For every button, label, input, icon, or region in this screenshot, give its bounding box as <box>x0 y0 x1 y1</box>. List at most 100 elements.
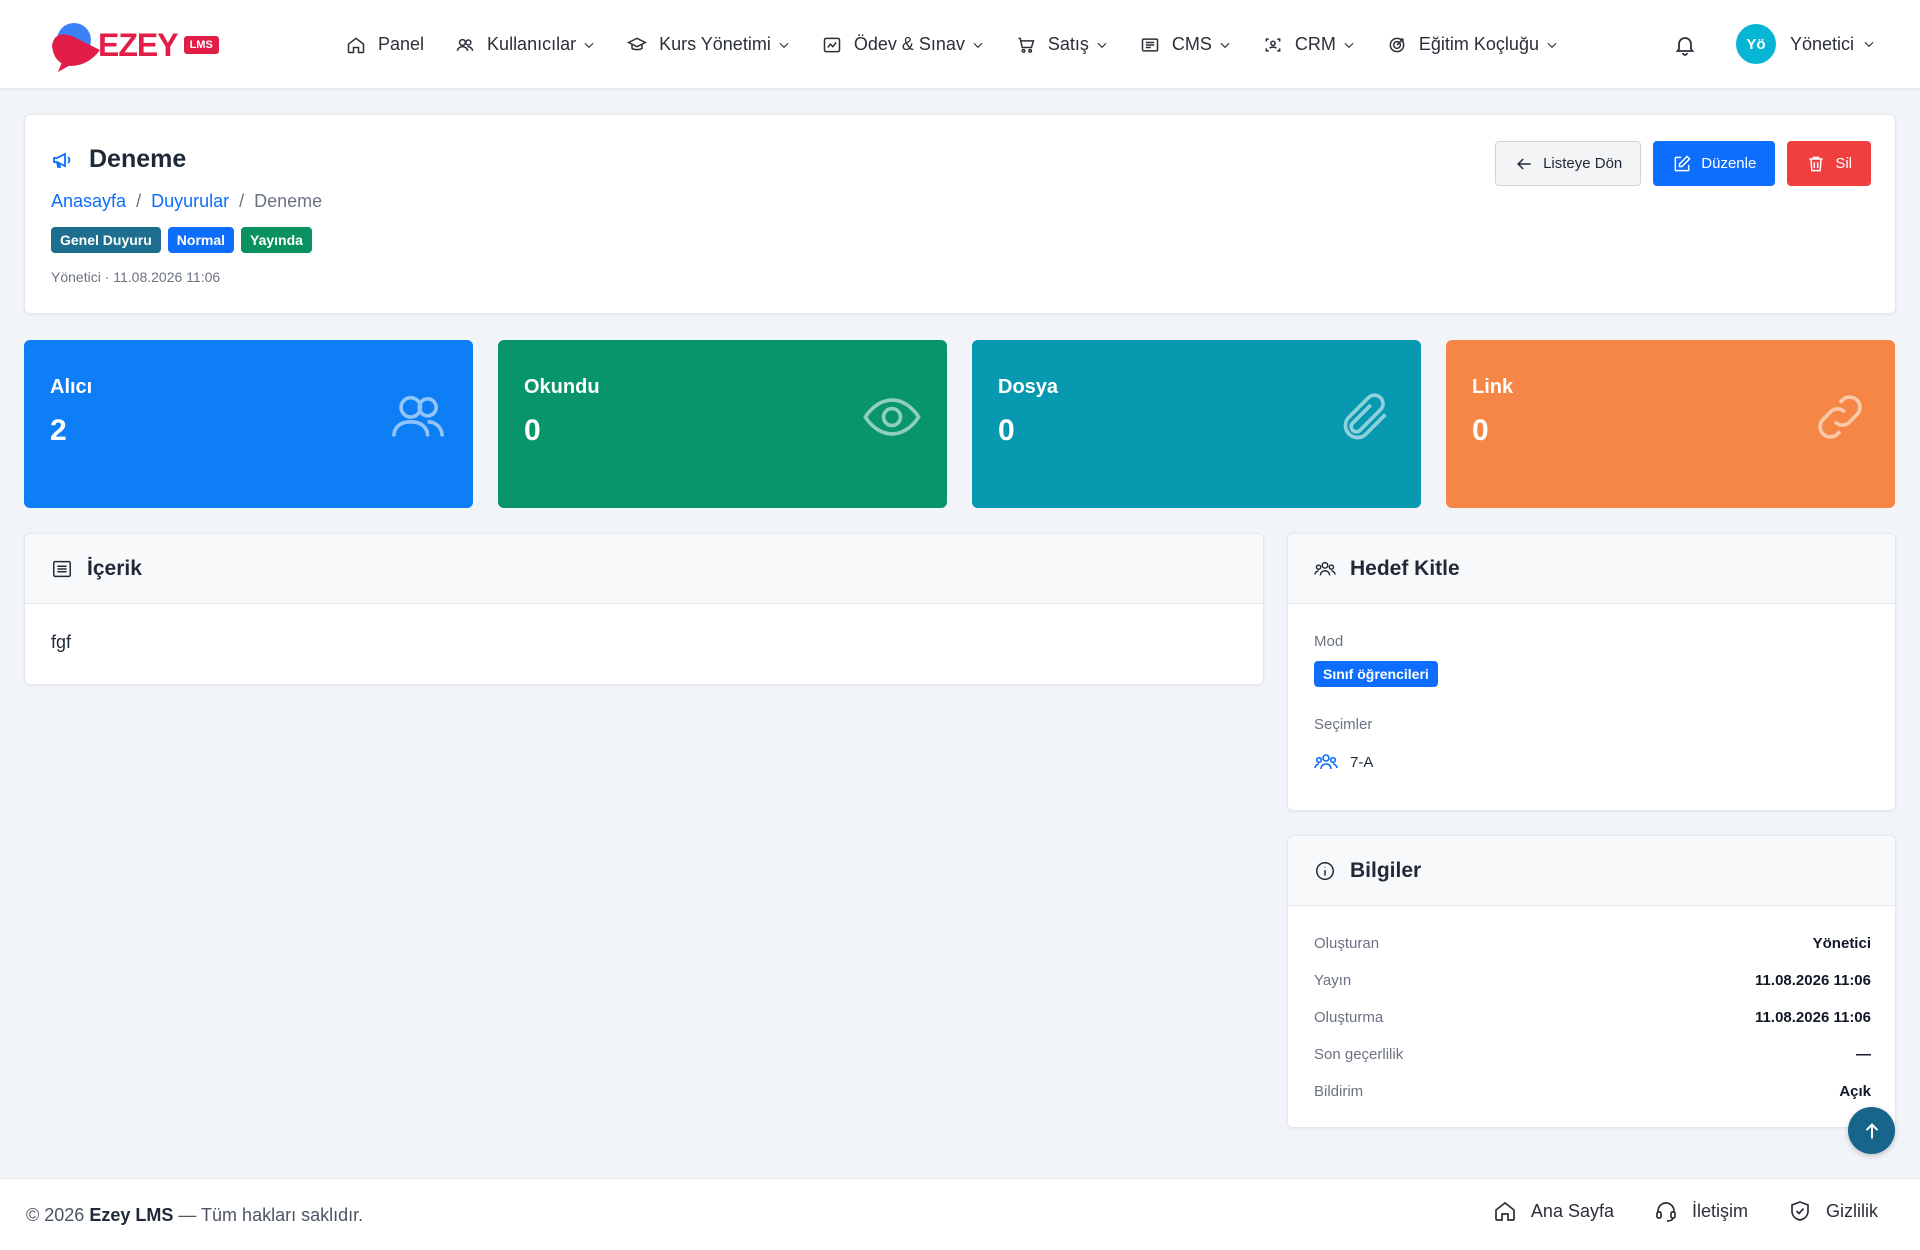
stat-label: Okundu <box>524 376 600 398</box>
headset-icon <box>1656 1202 1676 1222</box>
brand-name: EZEY <box>98 26 179 63</box>
info-row-expiry: Son geçerlilik — <box>1314 1046 1871 1063</box>
info-icon <box>1316 861 1334 880</box>
page-title-text: Deneme <box>89 145 187 173</box>
brand-logo[interactable]: EZEY LMS <box>48 18 219 72</box>
delete-button[interactable]: Sil <box>1787 141 1871 186</box>
footer-links: Ana Sayfa İletişim Gizlilik <box>1453 1199 1878 1223</box>
back-button-label: Listeye Dön <box>1543 155 1623 172</box>
footer-link-label: Gizlilik <box>1826 1200 1878 1221</box>
info-row-creator: Oluşturan Yönetici <box>1314 935 1871 952</box>
info-card-title: Bilgiler <box>1350 858 1422 882</box>
stat-label: Link <box>1472 376 1514 398</box>
content-body: fgf <box>51 632 72 652</box>
nav-label: Satış <box>1047 34 1089 54</box>
edit-icon <box>1674 154 1691 171</box>
footer-link-privacy[interactable]: Gizlilik <box>1788 1199 1878 1223</box>
users-group-icon <box>1314 754 1338 770</box>
stat-label: Dosya <box>998 376 1059 398</box>
status-badge-type: Genel Duyuru <box>51 227 161 253</box>
avatar: Yö <box>1736 24 1776 64</box>
nav-item-crm[interactable]: CRM <box>1263 34 1356 55</box>
brand-suffix: LMS <box>183 36 219 54</box>
info-value: 11.08.2026 11:06 <box>1755 1009 1871 1026</box>
footer-link-label: İletişim <box>1691 1200 1748 1221</box>
copyright-suffix: — Tüm hakları saklıdır. <box>178 1205 364 1225</box>
chevron-down-icon <box>1344 42 1354 48</box>
user-menu[interactable]: Yö Yönetici <box>1736 24 1876 64</box>
info-key: Oluşturan <box>1314 935 1380 952</box>
nav-item-sales[interactable]: Satış <box>1016 34 1109 55</box>
stat-card-recipients: Alıcı 2 <box>24 340 473 508</box>
megaphone-icon <box>53 152 71 168</box>
copyright: © 2026 Ezey LMS — Tüm hakları saklıdır. <box>26 1205 363 1226</box>
info-card-header: Bilgiler <box>1288 836 1895 906</box>
content-card-header: İçerik <box>25 534 1263 604</box>
arrow-up-icon <box>1865 1122 1878 1138</box>
users-icon <box>456 38 474 51</box>
nav-item-panel[interactable]: Panel <box>346 34 424 55</box>
chevron-down-icon <box>584 42 594 48</box>
content-card-title: İçerik <box>87 556 142 580</box>
chevron-down-icon <box>973 42 983 48</box>
stat-card-read: Okundu 0 <box>498 340 947 508</box>
shield-check-icon <box>1791 1201 1809 1221</box>
nav-label: Kurs Yönetimi <box>659 34 771 54</box>
footer-link-label: Ana Sayfa <box>1530 1200 1614 1221</box>
cart-icon <box>1018 37 1035 53</box>
nav-label: Kullanıcılar <box>487 34 577 54</box>
info-value: Yönetici <box>1812 935 1871 952</box>
header-actions: Listeye Dön Düzenle Sil <box>1483 141 1871 186</box>
breadcrumb-home-link[interactable]: Anasayfa <box>51 191 126 212</box>
news-icon <box>1141 37 1159 52</box>
nav-item-assignments[interactable]: Ödev & Sınav <box>822 34 985 55</box>
selection-item-label: 7-A <box>1350 753 1374 771</box>
mode-label: Mod <box>1314 633 1344 650</box>
chevron-down-icon <box>1547 42 1557 48</box>
target-icon <box>1389 37 1405 52</box>
bell-icon[interactable] <box>1673 33 1697 57</box>
scroll-to-top-button[interactable] <box>1848 1107 1895 1154</box>
user-scan-icon <box>1265 37 1281 52</box>
document-lines-icon <box>53 560 71 577</box>
info-value: 11.08.2026 11:06 <box>1755 972 1871 989</box>
info-value: Açık <box>1839 1083 1871 1100</box>
nav-item-users[interactable]: Kullanıcılar <box>455 34 596 55</box>
stat-label: Alıcı <box>50 376 93 398</box>
breadcrumb-section-link[interactable]: Duyurular <box>151 191 229 212</box>
users-group-icon <box>1314 561 1336 575</box>
breadcrumb: Anasayfa / Duyurular / Deneme <box>51 191 322 212</box>
stat-value: 0 <box>524 414 541 447</box>
info-key: Oluşturma <box>1314 1009 1384 1026</box>
back-to-list-button[interactable]: Listeye Dön <box>1495 141 1642 186</box>
author-meta: Yönetici · 11.08.2026 11:06 <box>51 269 221 285</box>
breadcrumb-separator: / <box>136 191 142 211</box>
arrow-left-icon <box>1517 157 1531 170</box>
stat-value: 2 <box>50 414 67 447</box>
target-card-title: Hedef Kitle <box>1350 556 1460 580</box>
nav-item-coaching[interactable]: Eğitim Koçluğu <box>1387 34 1559 55</box>
edit-button[interactable]: Düzenle <box>1653 141 1776 186</box>
eye-icon <box>863 398 921 436</box>
footer-link-contact[interactable]: İletişim <box>1654 1199 1748 1223</box>
breadcrumb-current: Deneme <box>254 191 323 211</box>
chevron-down-icon <box>1220 42 1230 48</box>
nav-item-courses[interactable]: Kurs Yönetimi <box>627 34 791 55</box>
stat-value: 0 <box>1472 414 1489 447</box>
users-icon <box>392 395 444 437</box>
mode-badge: Sınıf öğrencileri <box>1314 661 1438 687</box>
stat-card-links: Link 0 <box>1446 340 1895 508</box>
chevron-down-icon <box>1097 42 1107 48</box>
home-icon <box>347 36 365 53</box>
top-navbar: EZEY LMS Panel Kullanıcılar Kurs Yönetim… <box>0 0 1920 89</box>
target-card-header: Hedef Kitle <box>1288 534 1895 604</box>
info-key: Yayın <box>1314 972 1352 989</box>
home-icon <box>1495 1201 1515 1221</box>
target-audience-card: Hedef Kitle Mod Sınıf öğrencileri Seçiml… <box>1287 533 1896 811</box>
nav-label: Panel <box>378 34 425 54</box>
nav-label: CRM <box>1294 34 1336 54</box>
footer-link-home[interactable]: Ana Sayfa <box>1493 1199 1614 1223</box>
delete-button-label: Sil <box>1835 155 1852 172</box>
announcement-header-card: Deneme Anasayfa / Duyurular / Deneme Gen… <box>24 114 1896 314</box>
nav-item-cms[interactable]: CMS <box>1140 34 1232 55</box>
